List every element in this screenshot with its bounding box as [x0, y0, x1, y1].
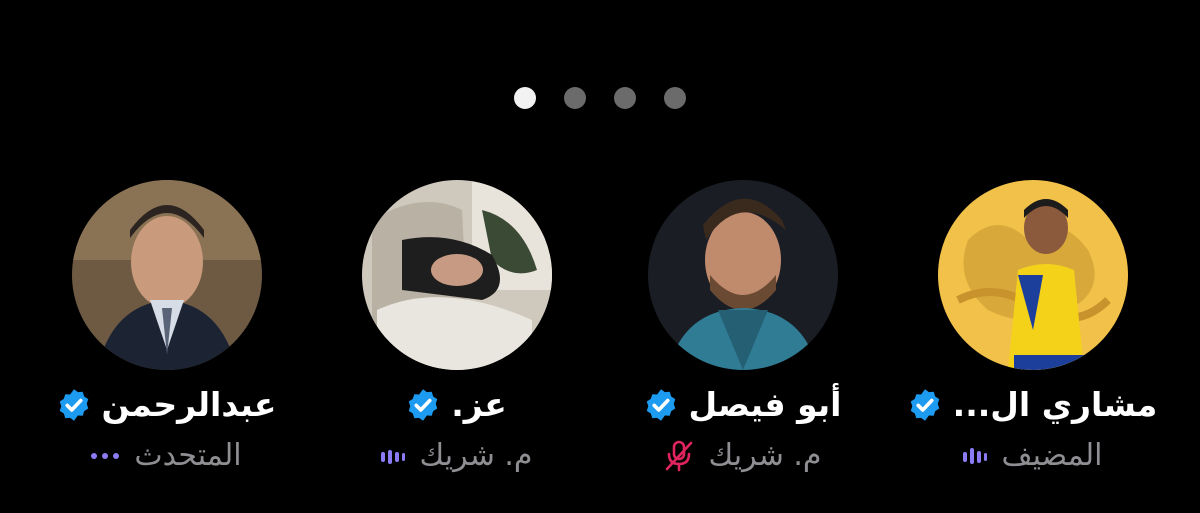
participant-card-abdulrahman[interactable]: عبدالرحمن المتحدث — [26, 180, 306, 480]
participant-name: عز. — [451, 385, 507, 424]
role-row: م. شريك — [316, 438, 596, 473]
name-row: عز. — [316, 385, 596, 424]
verified-badge-icon — [408, 388, 438, 421]
audio-bars-icon — [962, 447, 987, 464]
avatar-image — [648, 180, 838, 370]
avatar[interactable] — [362, 180, 552, 370]
speaker-dots-icon — [91, 452, 120, 459]
verified-badge-icon — [910, 388, 939, 421]
participant-name: مشاري ال... — [952, 385, 1158, 424]
avatar-image — [72, 180, 262, 370]
mic-muted-icon — [665, 440, 692, 471]
participant-role: م. شريك — [708, 438, 822, 473]
name-row: مشاري ال... — [892, 385, 1172, 424]
page-dot-4[interactable] — [664, 87, 686, 109]
verified-badge-icon — [59, 388, 88, 421]
page-indicator — [0, 87, 1200, 109]
page-dot-1[interactable] — [514, 87, 536, 109]
participant-role: م. شريك — [419, 438, 533, 473]
participant-name: أبو فيصل — [688, 385, 842, 424]
name-row: أبو فيصل — [602, 385, 882, 424]
avatar[interactable] — [648, 180, 838, 370]
audio-bars-icon — [380, 449, 405, 464]
participant-card-abu-faisal[interactable]: أبو فيصل م. شريك — [602, 180, 882, 480]
participant-card-mishari[interactable]: مشاري ال... المضيف — [892, 180, 1172, 480]
role-row: المتحدث — [26, 438, 306, 473]
participant-role: المتحدث — [134, 438, 242, 473]
name-row: عبدالرحمن — [26, 385, 306, 424]
avatar-image — [362, 180, 552, 370]
participant-role: المضيف — [1001, 438, 1103, 473]
avatar[interactable] — [72, 180, 262, 370]
participant-card-izz[interactable]: عز. م. شريك — [316, 180, 596, 480]
participant-name: عبدالرحمن — [101, 385, 277, 424]
avatar-image — [938, 180, 1128, 370]
verified-badge-icon — [646, 388, 675, 421]
role-row: م. شريك — [602, 438, 882, 473]
page-dot-3[interactable] — [614, 87, 636, 109]
page-dot-2[interactable] — [564, 87, 586, 109]
role-row: المضيف — [892, 438, 1172, 473]
avatar[interactable] — [938, 180, 1128, 370]
